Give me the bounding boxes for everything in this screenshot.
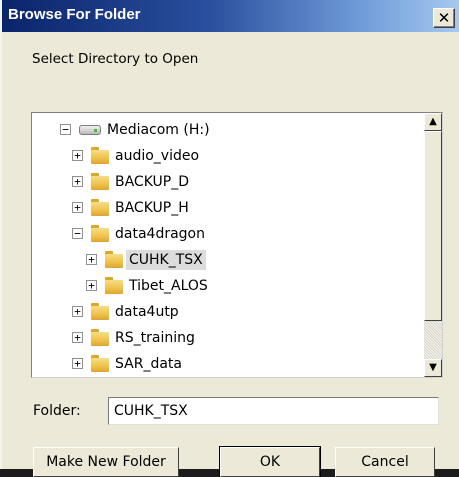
- close-icon: ✕: [437, 9, 451, 27]
- tree-item[interactable]: − Mediacom (H:): [32, 117, 424, 143]
- cancel-button[interactable]: Cancel: [335, 447, 435, 477]
- tree-item[interactable]: + Tibet_ALOS: [32, 273, 424, 299]
- arrow-down-icon: ▼: [429, 362, 437, 373]
- tree-item-label: audio_video: [115, 148, 200, 164]
- folder-icon: [91, 225, 109, 242]
- tree-item-label: data4utp: [115, 304, 179, 320]
- folder-icon: [91, 173, 109, 190]
- scroll-up-button[interactable]: ▲: [424, 113, 442, 131]
- tree-item[interactable]: + CUHK_TSX: [32, 247, 424, 273]
- arrow-up-icon: ▲: [429, 116, 437, 127]
- folder-icon: [91, 199, 109, 216]
- make-new-folder-label: Make New Folder: [46, 454, 166, 470]
- tree-item[interactable]: + BACKUP_D: [32, 169, 424, 195]
- collapse-icon[interactable]: −: [72, 228, 83, 239]
- expand-icon[interactable]: +: [72, 150, 83, 161]
- folder-icon: [91, 355, 109, 372]
- folder-icon: [105, 277, 123, 294]
- scroll-thumb[interactable]: [424, 131, 442, 321]
- tree-item[interactable]: − data4dragon: [32, 221, 424, 247]
- tree-item-label: BACKUP_H: [115, 200, 189, 216]
- window-title: Browse For Folder: [8, 6, 141, 23]
- browse-for-folder-dialog: Browse For Folder ✕ Select Directory to …: [0, 0, 459, 477]
- tree-item-label: data4dragon: [115, 226, 205, 242]
- expand-icon[interactable]: +: [72, 358, 83, 369]
- expand-icon[interactable]: +: [72, 202, 83, 213]
- expand-icon[interactable]: +: [72, 332, 83, 343]
- folder-icon: [91, 329, 109, 346]
- expand-icon[interactable]: +: [72, 176, 83, 187]
- close-button[interactable]: ✕: [433, 8, 455, 28]
- ok-button[interactable]: OK: [219, 446, 321, 477]
- tree-item-label: Mediacom (H:): [107, 122, 210, 138]
- folder-tree: − Mediacom (H:) + audio_video + BACKUP_D + BACK…: [31, 112, 443, 378]
- ok-label: OK: [259, 454, 281, 470]
- drive-icon: [79, 125, 101, 135]
- title-bar[interactable]: Browse For Folder ✕: [2, 0, 459, 32]
- folder-input[interactable]: [108, 397, 439, 425]
- scroll-down-button[interactable]: ▼: [424, 359, 442, 377]
- make-new-folder-button[interactable]: Make New Folder: [33, 447, 179, 477]
- vertical-scrollbar[interactable]: ▲ ▼: [424, 113, 442, 377]
- folder-icon: [91, 147, 109, 164]
- collapse-icon[interactable]: −: [60, 124, 71, 135]
- instruction-text: Select Directory to Open: [32, 51, 199, 67]
- folder-tree-list: − Mediacom (H:) + audio_video + BACKUP_D + BACK…: [32, 113, 424, 377]
- tree-item-label: CUHK_TSX: [126, 250, 206, 270]
- tree-item-label: SAR_data: [115, 356, 182, 372]
- tree-item-label: RS_training: [115, 330, 195, 346]
- folder-icon: [105, 251, 123, 268]
- folder-icon: [91, 303, 109, 320]
- expand-icon[interactable]: +: [72, 306, 83, 317]
- tree-item[interactable]: + RS_training: [32, 325, 424, 351]
- cancel-label: Cancel: [361, 454, 409, 470]
- folder-label: Folder:: [33, 403, 81, 419]
- tree-item[interactable]: + SAR_data: [32, 351, 424, 377]
- tree-item-label: BACKUP_D: [115, 174, 189, 190]
- tree-item-label: Tibet_ALOS: [129, 278, 208, 294]
- expand-icon[interactable]: +: [86, 280, 97, 291]
- tree-item[interactable]: + data4utp: [32, 299, 424, 325]
- expand-icon[interactable]: +: [86, 254, 97, 265]
- tree-item[interactable]: + BACKUP_H: [32, 195, 424, 221]
- tree-item[interactable]: + audio_video: [32, 143, 424, 169]
